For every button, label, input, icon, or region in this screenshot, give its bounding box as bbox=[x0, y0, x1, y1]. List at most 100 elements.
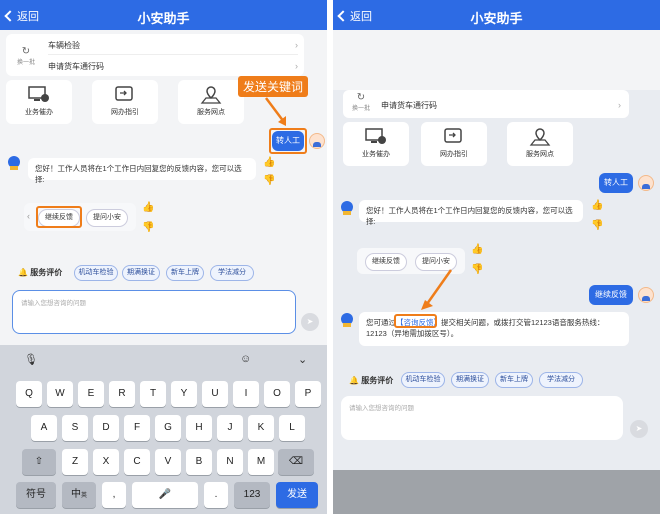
thumb-down-icon[interactable]: 👎 bbox=[263, 175, 275, 186]
emoji-bot-icon[interactable]: 🎙 bbox=[24, 353, 38, 366]
thumb-down-icon[interactable]: 👎 bbox=[142, 222, 154, 233]
page-title: 小安助手 bbox=[470, 11, 523, 26]
guide-icon bbox=[115, 86, 133, 101]
annotation-arrow bbox=[265, 97, 286, 126]
service-business-urge[interactable]: 业务催办 bbox=[343, 122, 409, 166]
tag-license-renewal[interactable]: 期满换证 bbox=[122, 265, 160, 281]
key[interactable]: E bbox=[78, 381, 104, 407]
question-input[interactable]: 请输入您想咨询的问题 bbox=[341, 396, 623, 440]
question-input[interactable]: 请输入您想咨询的问题 bbox=[12, 290, 296, 334]
key[interactable]: F bbox=[124, 415, 150, 441]
key[interactable]: Q bbox=[16, 381, 42, 407]
key[interactable]: N bbox=[217, 449, 243, 475]
annotation-label: 发送关键词 bbox=[238, 76, 309, 97]
service-rating[interactable]: 🔔 服务评价 bbox=[18, 267, 62, 278]
key[interactable]: G bbox=[155, 415, 181, 441]
list-item[interactable]: 申请货车通行码 › bbox=[48, 61, 298, 72]
thumb-up-icon[interactable]: 👍 bbox=[471, 244, 483, 255]
list-item[interactable]: 申请货车通行码 › bbox=[381, 100, 621, 111]
key[interactable]: H bbox=[186, 415, 212, 441]
tag-study-points[interactable]: 学法减分 bbox=[539, 372, 583, 388]
thumb-up-icon[interactable]: 👍 bbox=[142, 202, 154, 213]
send-icon[interactable]: ➤ bbox=[630, 420, 648, 438]
language-key[interactable]: 中英 bbox=[62, 482, 96, 508]
key[interactable]: P bbox=[295, 381, 321, 407]
key[interactable]: X bbox=[93, 449, 119, 475]
annotation-box bbox=[36, 206, 82, 228]
key[interactable]: C bbox=[124, 449, 150, 475]
user-avatar bbox=[309, 133, 325, 149]
recommend-list-card: ↻ 换一批 车辆检验 › 申请货车通行码 › bbox=[6, 34, 304, 76]
refresh-button[interactable]: ↻ 换一批 bbox=[349, 92, 373, 112]
key[interactable]: T bbox=[140, 381, 166, 407]
annotation-arrow bbox=[421, 269, 453, 310]
thumb-down-icon[interactable]: 👎 bbox=[591, 220, 603, 231]
key[interactable]: S bbox=[62, 415, 88, 441]
space-key[interactable]: 🎤 bbox=[132, 482, 198, 508]
tag-vehicle-inspection[interactable]: 机动车检验 bbox=[401, 372, 445, 388]
left-screenshot: 返回 小安助手 ↻ 换一批 车辆检验 › 申请货车通行码 › 业务催办 网办指引 服务… bbox=[0, 0, 327, 514]
service-online-guide[interactable]: 网办指引 bbox=[421, 122, 487, 166]
number-key[interactable]: 123 bbox=[234, 482, 270, 508]
key[interactable]: A bbox=[31, 415, 57, 441]
right-screenshot: 返回 小安助手 ↻ 换一批 申请货车通行码 › 业务催办 网办指引 服务网点 转人工… bbox=[333, 0, 660, 514]
send-icon[interactable]: ➤ bbox=[301, 313, 319, 331]
tag-study-points[interactable]: 学法减分 bbox=[210, 265, 254, 281]
emoji-icon[interactable]: ☺ bbox=[240, 353, 251, 365]
key[interactable]: I bbox=[233, 381, 259, 407]
divider bbox=[48, 54, 298, 55]
refresh-button[interactable]: ↻ 换一批 bbox=[14, 46, 38, 66]
nav-bar: 返回 小安助手 bbox=[0, 0, 327, 30]
collapse-keyboard-icon[interactable]: ⌄ bbox=[298, 353, 307, 366]
backspace-key[interactable]: ⌫ bbox=[278, 449, 314, 475]
shift-key[interactable]: ⇧ bbox=[22, 449, 56, 475]
tag-license-renewal[interactable]: 期满换证 bbox=[451, 372, 489, 388]
comma-key[interactable]: , bbox=[102, 482, 126, 508]
tag-new-plate[interactable]: 新车上牌 bbox=[495, 372, 533, 388]
bot-avatar-icon bbox=[8, 156, 20, 170]
tag-new-plate[interactable]: 新车上牌 bbox=[166, 265, 204, 281]
annotation-box bbox=[394, 314, 437, 328]
tag-vehicle-inspection[interactable]: 机动车检验 bbox=[74, 265, 118, 281]
list-item[interactable]: 车辆检验 › bbox=[48, 40, 298, 51]
service-rating[interactable]: 🔔 服务评价 bbox=[349, 375, 393, 386]
key[interactable]: Z bbox=[62, 449, 88, 475]
chevron-right-icon: › bbox=[295, 40, 298, 50]
key[interactable]: W bbox=[47, 381, 73, 407]
key[interactable]: B bbox=[186, 449, 212, 475]
service-business-urge[interactable]: 业务催办 bbox=[6, 80, 72, 124]
keyboard: 🎙 ☺ ⌄ Q W E R T Y U I O P A S D F G H J … bbox=[0, 345, 327, 514]
annotation-box bbox=[269, 128, 307, 154]
thumb-up-icon[interactable]: 👍 bbox=[591, 200, 603, 211]
user-message: 转人工 bbox=[599, 173, 633, 193]
dot-key[interactable]: . bbox=[204, 482, 228, 508]
key[interactable]: V bbox=[155, 449, 181, 475]
thumb-up-icon[interactable]: 👍 bbox=[263, 157, 275, 168]
bot-message: 您好！工作人员将在1个工作日内回复您的反馈内容，您可以选择: bbox=[359, 200, 583, 226]
key[interactable]: Y bbox=[171, 381, 197, 407]
guide-icon bbox=[444, 128, 462, 143]
key[interactable]: K bbox=[248, 415, 274, 441]
key[interactable]: D bbox=[93, 415, 119, 441]
key[interactable]: R bbox=[109, 381, 135, 407]
user-avatar bbox=[638, 287, 654, 303]
map-pin-icon bbox=[200, 86, 222, 104]
key[interactable]: M bbox=[248, 449, 274, 475]
key[interactable]: U bbox=[202, 381, 228, 407]
continue-feedback-chip[interactable]: 继续反馈 bbox=[365, 253, 407, 271]
thumb-down-icon[interactable]: 👎 bbox=[471, 264, 483, 275]
user-avatar bbox=[638, 175, 654, 191]
bot-message: 您好！工作人员将在1个工作日内回复您的反馈内容，您可以选择: bbox=[28, 158, 256, 184]
key[interactable]: J bbox=[217, 415, 243, 441]
send-key[interactable]: 发送 bbox=[276, 482, 318, 508]
key[interactable]: L bbox=[279, 415, 305, 441]
ask-xiaoan-chip[interactable]: 提问小安 bbox=[86, 209, 128, 227]
key[interactable]: O bbox=[264, 381, 290, 407]
service-outlets[interactable]: 服务网点 bbox=[178, 80, 244, 124]
page-title: 小安助手 bbox=[137, 11, 190, 26]
refresh-icon: ↻ bbox=[21, 46, 31, 57]
service-outlets[interactable]: 服务网点 bbox=[507, 122, 573, 166]
service-online-guide[interactable]: 网办指引 bbox=[92, 80, 158, 124]
recommend-list-card: ↻ 换一批 申请货车通行码 › bbox=[343, 90, 629, 118]
symbol-key[interactable]: 符号 bbox=[16, 482, 56, 508]
